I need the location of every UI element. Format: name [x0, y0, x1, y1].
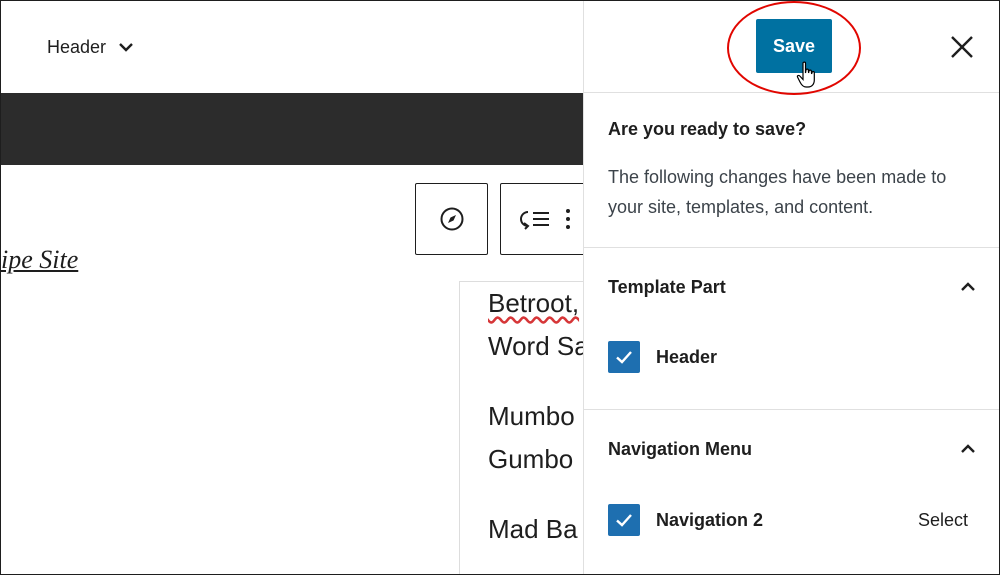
site-editor: Header ipe Site Betroot, Word Sa Mumbo G…	[1, 1, 583, 574]
template-selector[interactable]: Header	[37, 27, 146, 67]
navigation-menu-section-toggle[interactable]: Navigation Menu	[608, 436, 978, 462]
nav-item-line[interactable]: Word Sa	[488, 325, 583, 368]
site-title-link[interactable]: ipe Site	[1, 245, 78, 275]
close-button[interactable]	[946, 31, 978, 63]
template-part-section-toggle[interactable]: Template Part	[608, 274, 978, 300]
nav-item-line[interactable]: Gumbo	[488, 438, 573, 481]
compass-icon	[440, 207, 463, 231]
select-link[interactable]: Select	[918, 510, 968, 531]
save-intro: Are you ready to save? The following cha…	[584, 93, 999, 248]
hand-pointer-icon	[796, 61, 815, 88]
window-frame: Header ipe Site Betroot, Word Sa Mumbo G…	[0, 0, 1000, 575]
editor-top-bar: Header	[1, 1, 583, 93]
save-button[interactable]: Save	[756, 19, 832, 73]
entity-row-navigation: Navigation 2 Select	[608, 504, 978, 536]
header-checkbox[interactable]	[608, 341, 640, 373]
chevron-up-icon	[961, 444, 975, 453]
entity-row-header: Header	[608, 341, 978, 373]
list-view-toolbar[interactable]	[500, 183, 583, 255]
nav-item-line[interactable]: Mad Ba	[488, 508, 578, 551]
checkmark-icon	[616, 514, 632, 527]
save-panel: Save Are you ready to save? The followin…	[583, 1, 999, 574]
navigation-block-button[interactable]	[415, 183, 488, 255]
save-panel-heading: Are you ready to save?	[608, 119, 807, 139]
header-preview-bar	[1, 93, 583, 165]
nav-item-text: Betroot,	[488, 288, 580, 318]
navigation-menu-preview: Betroot, Word Sa Mumbo Gumbo Mad Ba	[459, 281, 583, 574]
checkmark-icon	[616, 351, 632, 364]
more-vertical-icon[interactable]	[565, 207, 571, 231]
close-icon	[951, 36, 973, 58]
navigation-menu-section: Navigation Menu Navigation 2 Select	[584, 410, 999, 574]
nav-item-line[interactable]: Betroot,	[488, 282, 579, 325]
save-panel-header: Save	[584, 1, 999, 95]
list-view-icon	[520, 211, 549, 230]
section-title: Navigation Menu	[608, 438, 753, 459]
checkbox-label: Navigation 2	[656, 509, 764, 530]
template-selector-label: Header	[47, 36, 107, 57]
navigation-checkbox[interactable]	[608, 504, 640, 536]
section-title: Template Part	[608, 276, 726, 297]
nav-item-line[interactable]: Mumbo	[488, 395, 575, 438]
checkbox-label: Header	[656, 346, 718, 367]
chevron-down-icon	[119, 43, 133, 52]
template-part-section: Template Part Header	[584, 248, 999, 410]
save-panel-description: The following changes have been made to …	[608, 167, 947, 217]
chevron-up-icon	[961, 282, 975, 291]
editor-canvas: ipe Site Betroot, Word Sa Mumbo Gumbo Ma…	[1, 165, 583, 574]
